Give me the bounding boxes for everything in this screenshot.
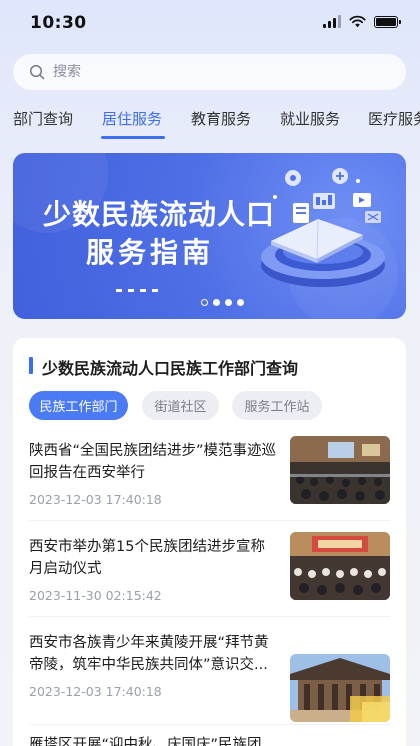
news-title: 陕西省“全国民族团结进步”模范事迹巡回报告在西安举行 [29,443,277,481]
wifi-icon [349,15,366,28]
carousel-indicator[interactable] [201,299,244,306]
search-bar[interactable] [13,54,406,90]
section-title-marker [29,357,33,374]
carousel-dot[interactable] [225,299,232,306]
signal-icon [323,15,341,28]
tab-medical-service[interactable]: 医疗服务 [368,108,420,129]
chip-street-community[interactable]: 街道社区 [142,391,219,420]
tab-education-service[interactable]: 教育服务 [191,108,251,129]
search-input[interactable] [53,64,353,80]
news-thumbnail [290,436,390,504]
carousel-dot[interactable] [237,299,244,306]
news-title: 雁塔区开展“迎中秋、庆国庆”民族团 [29,737,262,746]
tab-residence-service[interactable]: 居住服务 [102,108,162,129]
department-query-card: 少数民族流动人口民族工作部门查询 民族工作部门 街道社区 服务工作站 陕西省“全… [13,338,406,746]
tab-employment-service[interactable]: 就业服务 [280,108,340,129]
news-time: 2023-11-30 02:15:42 [29,588,162,603]
news-title: 西安市各族青少年来黄陵开展“拜节黄帝陵，筑牢中华民族共同体”意识交... [29,635,269,673]
news-time: 2023-12-03 17:40:18 [29,684,162,699]
banner-title: 少数民族流动人口 [43,198,276,231]
category-tabs: 部门查询 居住服务 教育服务 就业服务 医疗服务 [0,100,420,144]
battery-icon [374,15,401,28]
banner-dash-decoration [116,289,158,292]
tab-department-query[interactable]: 部门查询 [13,108,73,129]
status-bar: 10:30 [0,0,420,48]
section-title: 少数民族流动人口民族工作部门查询 [42,359,299,378]
search-icon [29,64,45,80]
news-thumbnail [290,532,390,600]
chip-ethnic-work-department[interactable]: 民族工作部门 [29,391,128,420]
news-time: 2023-12-03 17:40:18 [29,492,162,507]
banner-subtitle: 服务指南 [86,236,215,269]
carousel-dot[interactable] [201,299,208,306]
chip-service-station[interactable]: 服务工作站 [232,391,322,420]
status-icons [323,15,401,28]
divider [29,520,390,521]
news-thumbnail [290,654,390,722]
status-time: 10:30 [30,13,87,33]
banner-carousel[interactable]: 少数民族流动人口 服务指南 [13,153,406,319]
active-tab-indicator [101,136,165,139]
divider [29,724,390,725]
news-title: 西安市举办第15个民族团结进步宣称月启动仪式 [29,539,265,577]
carousel-dot[interactable] [213,299,220,306]
divider [29,616,390,617]
